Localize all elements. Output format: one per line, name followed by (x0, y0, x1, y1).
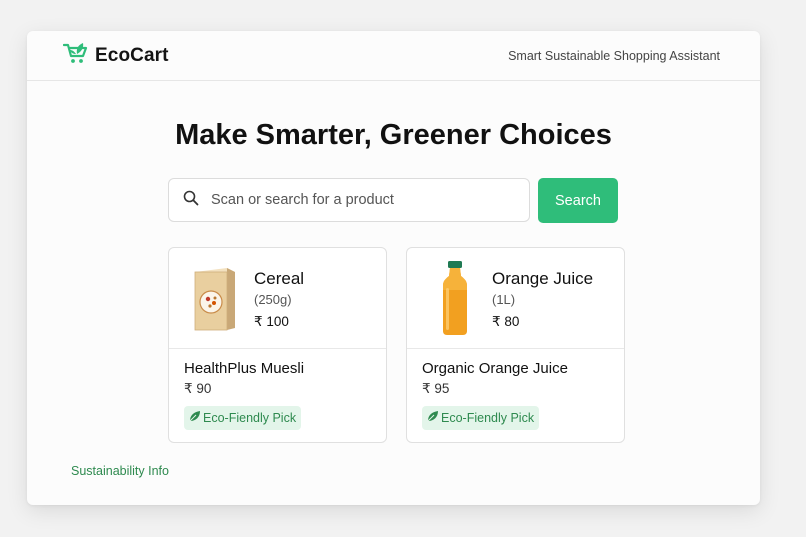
product-price: ₹ 80 (492, 314, 520, 329)
product-price: ₹ 100 (254, 314, 289, 329)
badge-label: Eco-Fiendly Pick (203, 411, 297, 425)
search-input[interactable] (209, 191, 513, 209)
badge-label: Eco-Fiendly Pick (441, 411, 535, 425)
eco-friendly-badge: Eco-Fiendly Pick (184, 406, 302, 430)
leaf-icon (426, 410, 439, 426)
product-size: (250g) (254, 292, 292, 307)
app-name: EcoCart (95, 44, 169, 66)
search-button[interactable]: Search (538, 178, 618, 223)
app-header: EcoCart Smart Sustainable Shopping Assis… (27, 31, 760, 81)
alternative-price: ₹ 95 (422, 381, 450, 396)
alternative-price: ₹ 90 (184, 381, 212, 396)
product-name: Orange Juice (492, 269, 594, 288)
cart-leaf-logo-icon (62, 41, 89, 70)
product-name: Cereal (254, 269, 305, 288)
juice-bottle-icon (441, 260, 469, 341)
cereal-box-icon (191, 266, 237, 337)
product-size: (1L) (492, 292, 516, 307)
brand[interactable]: EcoCart (62, 41, 169, 70)
alternative-name[interactable]: Organic Orange Juice (422, 360, 568, 377)
product-card-orange-juice[interactable]: Orange Juice (1L) ₹ 80 Organic Orange Ju… (406, 247, 625, 443)
hero-title: Make Smarter, Greener Choices (175, 119, 612, 151)
search-icon (183, 190, 199, 211)
alternative-name[interactable]: HealthPlus Muesli (184, 360, 304, 377)
app-tagline: Smart Sustainable Shopping Assistant (508, 48, 720, 63)
scanned-product: Cereal (250g) ₹ 100 (169, 248, 386, 349)
product-card-cereal[interactable]: Cereal (250g) ₹ 100 HealthPlus Muesli ₹ … (168, 247, 387, 443)
scanned-product: Orange Juice (1L) ₹ 80 (407, 248, 624, 349)
app-window: EcoCart Smart Sustainable Shopping Assis… (27, 31, 760, 505)
sustainability-info-link[interactable]: Sustainability Info (71, 464, 169, 478)
leaf-icon (188, 410, 201, 426)
search-field[interactable] (168, 178, 530, 222)
eco-friendly-badge: Eco-Fiendly Pick (422, 406, 540, 430)
search-bar: Search (168, 178, 618, 223)
